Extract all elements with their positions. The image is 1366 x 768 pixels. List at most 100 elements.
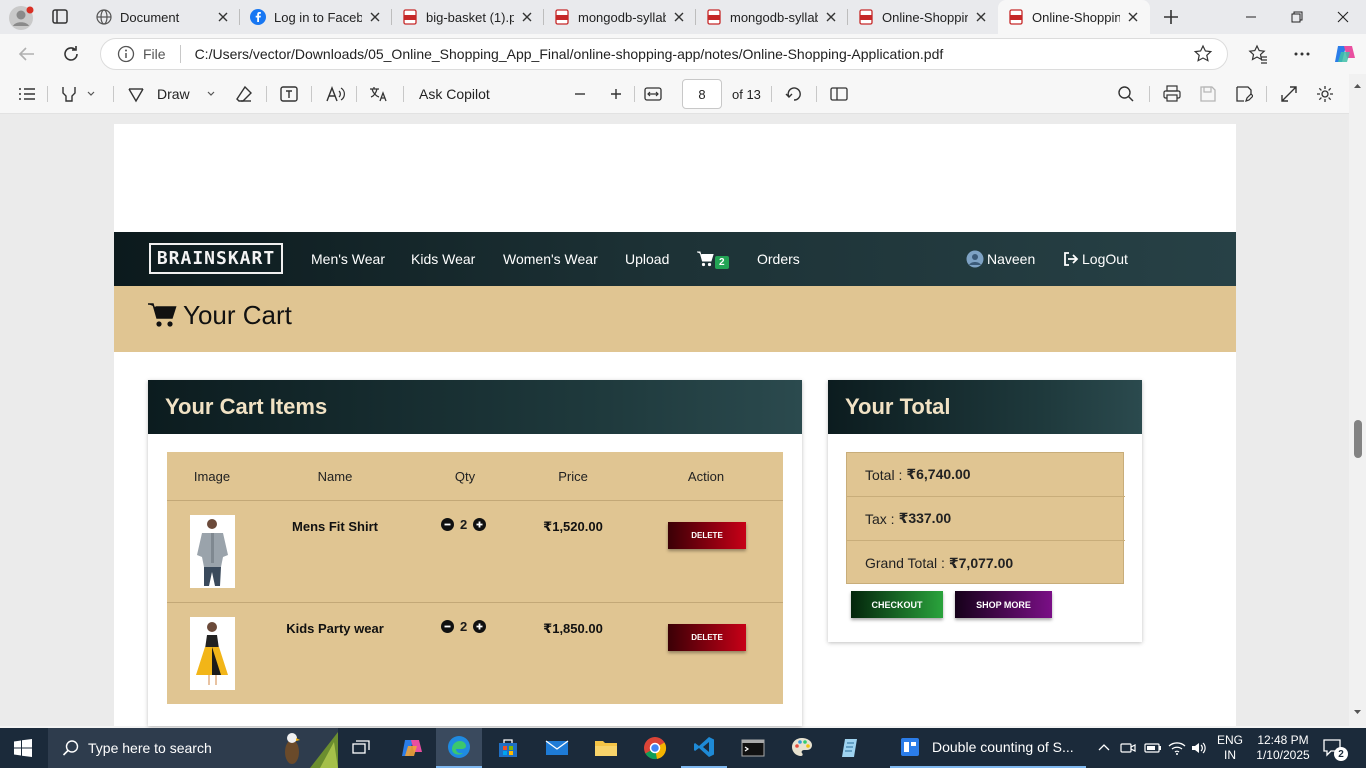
delete-button[interactable]: DELETE xyxy=(668,522,746,549)
copilot-button[interactable] xyxy=(1332,42,1356,66)
product-image-kids-dress[interactable] xyxy=(190,617,235,690)
taskbar-app-notepad[interactable] xyxy=(828,728,874,768)
task-view-button[interactable] xyxy=(338,728,384,768)
eraser-icon xyxy=(236,85,252,102)
total-label: Total : xyxy=(865,466,903,483)
plus-circle-icon[interactable] xyxy=(473,620,487,633)
taskbar-search[interactable]: Type here to search xyxy=(48,728,338,768)
tray-battery[interactable] xyxy=(1144,740,1162,756)
pdf-settings-button[interactable] xyxy=(1316,74,1334,114)
page-view-button[interactable] xyxy=(829,74,849,114)
cart-icon xyxy=(148,303,177,327)
favorite-star-icon[interactable] xyxy=(1193,44,1213,64)
translate-button[interactable] xyxy=(369,74,389,114)
close-icon[interactable] xyxy=(974,10,988,24)
close-icon[interactable] xyxy=(216,10,230,24)
checkout-button[interactable]: CHECKOUT xyxy=(851,591,943,618)
fit-page-button[interactable] xyxy=(643,74,663,114)
clock[interactable]: 12:48 PM 1/10/2025 xyxy=(1252,733,1314,763)
close-icon[interactable] xyxy=(672,10,686,24)
minimize-button[interactable] xyxy=(1228,0,1274,34)
pdf-toolbar: Draw Ask Copilot 8 of 13 xyxy=(0,74,1366,114)
taskbar-app-explorer[interactable] xyxy=(583,728,629,768)
rotate-button[interactable] xyxy=(785,74,803,114)
find-button[interactable] xyxy=(1117,74,1135,114)
vertical-scrollbar[interactable] xyxy=(1349,74,1366,726)
highlight-button[interactable] xyxy=(60,74,96,114)
page-number-input[interactable]: 8 xyxy=(682,79,722,109)
more-options-button[interactable] xyxy=(1292,44,1312,64)
nav-user[interactable]: Naveen xyxy=(966,232,1035,286)
tray-volume[interactable] xyxy=(1190,740,1208,756)
taskbar-app-paint[interactable] xyxy=(779,728,825,768)
product-image-shirt[interactable] xyxy=(190,515,235,588)
nav-orders[interactable]: Orders xyxy=(757,232,800,286)
restore-button[interactable] xyxy=(1274,0,1320,34)
taskbar-app-copilot[interactable] xyxy=(388,728,434,768)
minus-circle-icon[interactable] xyxy=(441,518,454,531)
close-icon[interactable] xyxy=(520,10,534,24)
zoom-in-button[interactable] xyxy=(608,74,624,114)
address-bar[interactable]: File C:/Users/vector/Downloads/05_Online… xyxy=(100,38,1228,70)
close-window-button[interactable] xyxy=(1320,0,1366,34)
browser-tab[interactable]: Online-Shopping xyxy=(848,0,998,34)
delete-button[interactable]: DELETE xyxy=(668,624,746,651)
minus-circle-icon[interactable] xyxy=(441,620,454,633)
nav-upload[interactable]: Upload xyxy=(625,232,669,286)
plus-circle-icon[interactable] xyxy=(473,518,487,531)
nav-logout[interactable]: LogOut xyxy=(1063,232,1128,286)
input-language[interactable]: ENG IN xyxy=(1214,733,1246,763)
scrollbar-thumb[interactable] xyxy=(1354,420,1362,458)
browser-tab[interactable]: big-basket (1).pdf xyxy=(392,0,544,34)
contents-button[interactable] xyxy=(17,74,37,114)
url-text[interactable]: C:/Users/vector/Downloads/05_Online_Shop… xyxy=(195,46,944,62)
scroll-up-icon[interactable] xyxy=(1353,82,1362,90)
taskbar-app-vscode[interactable] xyxy=(681,728,727,768)
nav-kids-wear[interactable]: Kids Wear xyxy=(411,232,475,286)
scroll-down-icon[interactable] xyxy=(1353,708,1362,716)
read-aloud-button[interactable] xyxy=(325,74,345,114)
taskbar-app-store[interactable] xyxy=(485,728,531,768)
taskbar-app-edge[interactable] xyxy=(436,728,482,768)
browser-tab[interactable]: mongodb-syllabus xyxy=(696,0,848,34)
start-button[interactable] xyxy=(0,728,46,768)
zoom-out-button[interactable] xyxy=(572,74,588,114)
save-button[interactable] xyxy=(1199,74,1217,114)
tray-meet-icon[interactable] xyxy=(1120,740,1136,756)
erase-button[interactable] xyxy=(235,74,253,114)
browser-tab[interactable]: Document xyxy=(86,0,240,34)
close-icon[interactable] xyxy=(824,10,838,24)
add-text-button[interactable] xyxy=(280,74,298,114)
ask-copilot-button[interactable]: Ask Copilot xyxy=(419,74,490,114)
tab-actions-icon[interactable] xyxy=(50,8,70,26)
fullscreen-button[interactable] xyxy=(1280,74,1298,114)
tray-wifi[interactable] xyxy=(1168,740,1186,756)
brand-logo[interactable]: BRAINSKART xyxy=(149,243,283,274)
notifications-button[interactable]: 2 xyxy=(1322,738,1350,761)
refresh-button[interactable] xyxy=(61,44,81,64)
nav-womens-wear[interactable]: Women's Wear xyxy=(503,232,598,286)
minus-icon xyxy=(575,93,585,95)
taskbar-app-terminal[interactable] xyxy=(730,728,776,768)
nav-cart[interactable]: 2 xyxy=(697,232,729,286)
shop-more-button[interactable]: SHOP MORE xyxy=(955,591,1052,618)
save-as-button[interactable] xyxy=(1235,74,1253,114)
print-button[interactable] xyxy=(1162,74,1182,114)
back-button[interactable] xyxy=(17,44,37,64)
taskbar-app-chrome[interactable] xyxy=(632,728,678,768)
close-icon[interactable] xyxy=(1126,10,1140,24)
browser-tab[interactable]: mongodb-syllabus xyxy=(544,0,696,34)
tab-title: Online-Shopping xyxy=(882,9,968,25)
show-hidden-icons[interactable] xyxy=(1096,740,1112,756)
browser-tab[interactable]: Log in to Facebook xyxy=(240,0,392,34)
new-tab-button[interactable] xyxy=(1160,7,1182,27)
browser-tab-active[interactable]: Online-Shopping xyxy=(998,0,1150,34)
draw-button[interactable]: Draw xyxy=(127,74,216,114)
taskbar-app-mail[interactable] xyxy=(534,728,580,768)
dress-photo-icon xyxy=(190,617,235,690)
profile-avatar-icon[interactable] xyxy=(8,5,34,31)
favorites-button[interactable] xyxy=(1248,44,1268,64)
nav-mens-wear[interactable]: Men's Wear xyxy=(311,232,385,286)
close-icon[interactable] xyxy=(368,10,382,24)
taskbar-active-window[interactable]: Double counting of S... xyxy=(890,728,1086,768)
